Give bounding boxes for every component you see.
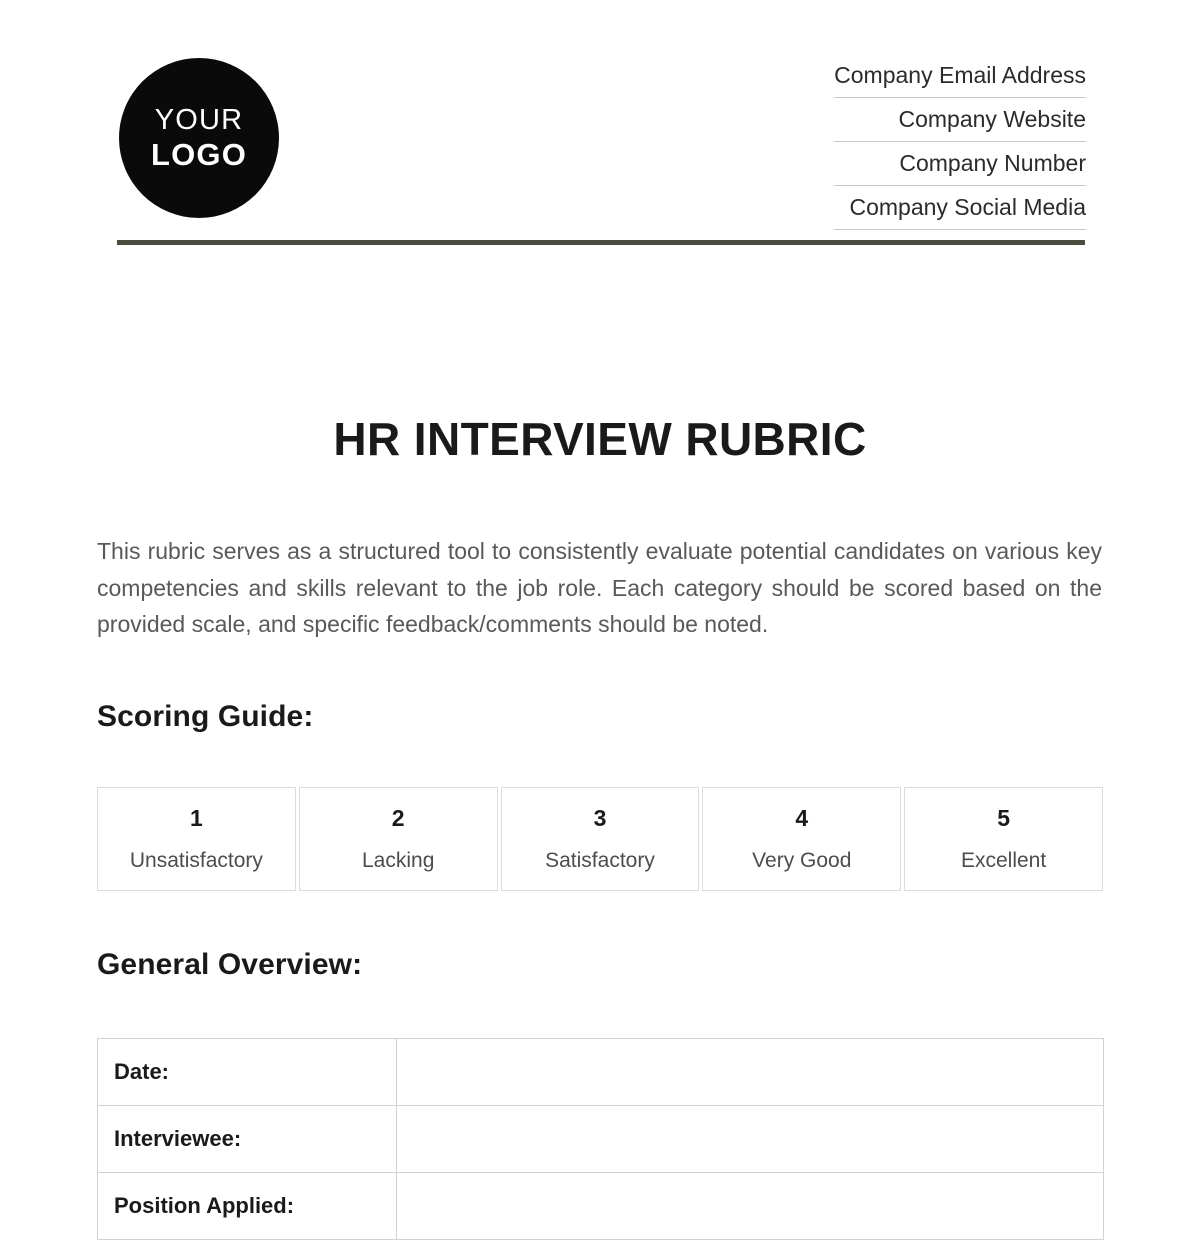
score-cell-3[interactable]: 3 Satisfactory	[500, 787, 700, 891]
company-logo: YOUR LOGO	[119, 58, 279, 218]
score-value-4: 4	[795, 805, 809, 831]
logo-line-2: LOGO	[150, 137, 248, 172]
score-label-3: Satisfactory	[545, 849, 655, 872]
company-contact-block: Company Email Address Company Website Co…	[834, 54, 1086, 230]
score-label-2: Lacking	[362, 849, 435, 872]
score-value-3: 3	[593, 805, 607, 831]
score-label-4: Very Good	[752, 849, 852, 872]
score-value-2: 2	[391, 805, 405, 831]
overview-input-position-applied[interactable]	[396, 1172, 1104, 1240]
scoring-guide-table: 1 Unsatisfactory 2 Lacking 3 Satisfactor…	[97, 787, 1103, 891]
overview-label-date: Date:	[97, 1038, 397, 1106]
company-number[interactable]: Company Number	[834, 142, 1086, 186]
company-social-media[interactable]: Company Social Media	[834, 186, 1086, 230]
table-row: Date:	[97, 1038, 1104, 1106]
score-label-5: Excellent	[960, 849, 1047, 872]
score-cell-2[interactable]: 2 Lacking	[298, 787, 498, 891]
contact-item-email: Company Email Address	[834, 54, 1086, 98]
document-header: YOUR LOGO Company Email Address Company …	[97, 30, 1086, 230]
table-row: Position Applied:	[97, 1172, 1104, 1240]
overview-label-position-applied: Position Applied:	[97, 1172, 397, 1240]
table-row: Interviewee:	[97, 1105, 1104, 1173]
page-title: HR INTERVIEW RUBRIC	[333, 413, 867, 465]
general-overview-table: Date: Interviewee: Position Applied:	[97, 1038, 1104, 1240]
overview-input-date[interactable]	[396, 1038, 1104, 1106]
contact-item-website: Company Website	[834, 98, 1086, 142]
logo-line-1: YOUR	[154, 104, 244, 136]
overview-label-interviewee: Interviewee:	[97, 1105, 397, 1173]
score-cell-1[interactable]: 1 Unsatisfactory	[97, 787, 296, 891]
scoring-guide-heading: Scoring Guide:	[97, 700, 314, 733]
score-value-5: 5	[997, 805, 1010, 831]
score-cell-4[interactable]: 4 Very Good	[702, 787, 902, 891]
header-divider	[117, 240, 1085, 245]
overview-input-interviewee[interactable]	[396, 1105, 1104, 1173]
general-overview-heading: General Overview:	[97, 948, 363, 981]
contact-item-social: Company Social Media	[834, 186, 1086, 230]
company-email-address[interactable]: Company Email Address	[834, 54, 1086, 98]
score-cell-5[interactable]: 5 Excellent	[904, 787, 1103, 891]
score-label-1: Unsatisfactory	[129, 849, 263, 872]
contact-item-number: Company Number	[834, 142, 1086, 186]
document-page: YOUR LOGO Company Email Address Company …	[0, 0, 1200, 1240]
company-website[interactable]: Company Website	[834, 98, 1086, 142]
score-value-1: 1	[190, 805, 203, 831]
intro-paragraph: This rubric serves as a structured tool …	[97, 538, 1102, 637]
